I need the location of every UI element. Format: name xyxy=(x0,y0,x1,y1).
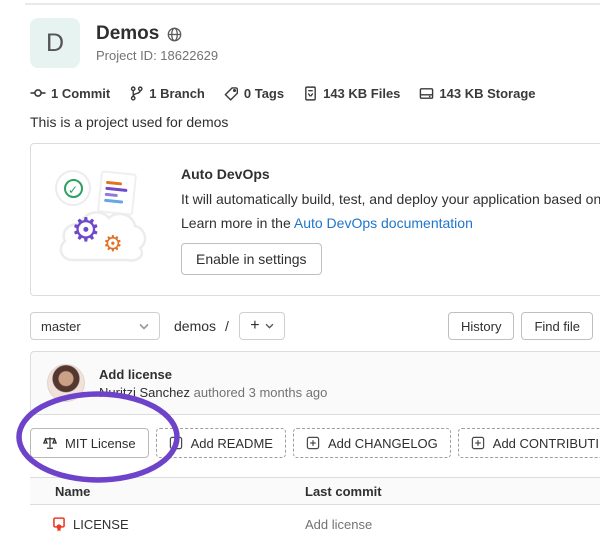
add-readme-button[interactable]: Add README xyxy=(156,428,286,458)
add-changelog-button[interactable]: Add CHANGELOG xyxy=(293,428,451,458)
storage-icon xyxy=(419,86,434,101)
branch-selector[interactable]: master xyxy=(30,312,160,340)
author-avatar[interactable] xyxy=(47,364,85,402)
auto-devops-title: Auto DevOps xyxy=(181,166,600,182)
stat-tags[interactable]: 0 Tags xyxy=(224,86,284,101)
globe-icon xyxy=(167,27,182,42)
button-label: Add CHANGELOG xyxy=(328,436,438,451)
add-contributing-button[interactable]: Add CONTRIBUTING xyxy=(458,428,600,458)
auto-devops-body: It will automatically build, test, and d… xyxy=(181,191,600,207)
project-header: D Demos Project ID: 18622629 xyxy=(30,18,600,68)
button-label: Add CONTRIBUTING xyxy=(493,436,600,451)
table-row[interactable]: LICENSE Add license xyxy=(30,505,600,541)
check-bubble-icon: ✓ xyxy=(55,170,91,206)
chevron-down-icon xyxy=(265,323,274,329)
find-file-button[interactable]: Find file xyxy=(521,312,593,340)
stat-commits[interactable]: 1 Commit xyxy=(30,85,110,101)
stat-label: 1 Commit xyxy=(51,86,110,101)
project-description: This is a project used for demos xyxy=(30,114,600,130)
commit-author-link[interactable]: Nuritzi Sanchez xyxy=(99,385,190,400)
top-divider xyxy=(25,3,600,5)
stat-label: 1 Branch xyxy=(149,86,205,101)
commit-authored-time: authored 3 months ago xyxy=(194,385,328,400)
stat-label: 0 Tags xyxy=(244,86,284,101)
file-name: LICENSE xyxy=(73,517,129,532)
project-page: D Demos Project ID: 18622629 1 Commit xyxy=(0,0,600,541)
page-title: Demos xyxy=(96,23,159,45)
commit-icon xyxy=(30,85,46,101)
stat-files[interactable]: 143 KB Files xyxy=(303,86,400,101)
tag-icon xyxy=(224,86,239,101)
branch-selector-value: master xyxy=(41,319,81,334)
file-suggestion-buttons: MIT License Add README Add CHANGELOG Add… xyxy=(30,428,600,458)
auto-devops-banner: ⚙ ⚙ ✓ Auto DevOps It will automatically … xyxy=(30,143,600,296)
history-button[interactable]: History xyxy=(448,312,514,340)
mit-license-button[interactable]: MIT License xyxy=(30,428,149,458)
file-last-commit[interactable]: Add license xyxy=(305,517,600,532)
stat-storage[interactable]: 143 KB Storage xyxy=(419,86,535,101)
tree-controls: master demos / + History Find file xyxy=(30,312,593,340)
column-header-name: Name xyxy=(30,484,305,499)
last-commit-box: Add license Nuritzi Sanchez authored 3 m… xyxy=(30,351,600,415)
plus-icon: + xyxy=(250,317,259,335)
commit-message-link[interactable]: Add license xyxy=(99,367,327,382)
project-avatar: D xyxy=(30,18,80,68)
project-id: Project ID: 18622629 xyxy=(96,48,218,63)
scale-icon xyxy=(43,436,57,450)
license-file-icon xyxy=(52,517,66,532)
gear-icon: ⚙ xyxy=(103,232,123,257)
add-file-dropdown-button[interactable]: + xyxy=(239,312,285,340)
files-icon xyxy=(303,86,318,101)
button-label: MIT License xyxy=(65,436,136,451)
devops-illustration-icon: ⚙ ⚙ ✓ xyxy=(55,164,147,268)
stat-label: 143 KB Storage xyxy=(439,86,535,101)
enable-in-settings-button[interactable]: Enable in settings xyxy=(181,243,322,275)
gear-icon: ⚙ xyxy=(71,210,101,249)
learn-more-text: Learn more in the xyxy=(181,215,294,231)
stat-label: 143 KB Files xyxy=(323,86,400,101)
file-table: Name Last commit LICENSE Add license xyxy=(30,477,600,541)
breadcrumb-separator: / xyxy=(225,318,229,334)
chevron-down-icon xyxy=(139,323,149,330)
checklist-icon xyxy=(97,170,137,216)
file-table-header: Name Last commit xyxy=(30,477,600,505)
plus-square-icon xyxy=(169,436,183,450)
column-header-last-commit: Last commit xyxy=(305,484,600,499)
plus-square-icon xyxy=(471,436,485,450)
stat-branches[interactable]: 1 Branch xyxy=(129,86,205,101)
file-link-license[interactable]: LICENSE xyxy=(30,517,305,532)
auto-devops-doc-link[interactable]: Auto DevOps documentation xyxy=(294,215,473,231)
branch-icon xyxy=(129,86,144,101)
button-label: Add README xyxy=(191,436,273,451)
breadcrumb[interactable]: demos xyxy=(174,318,216,334)
plus-square-icon xyxy=(306,436,320,450)
project-stats: 1 Commit 1 Branch 0 Tags 143 KB File xyxy=(30,85,600,101)
